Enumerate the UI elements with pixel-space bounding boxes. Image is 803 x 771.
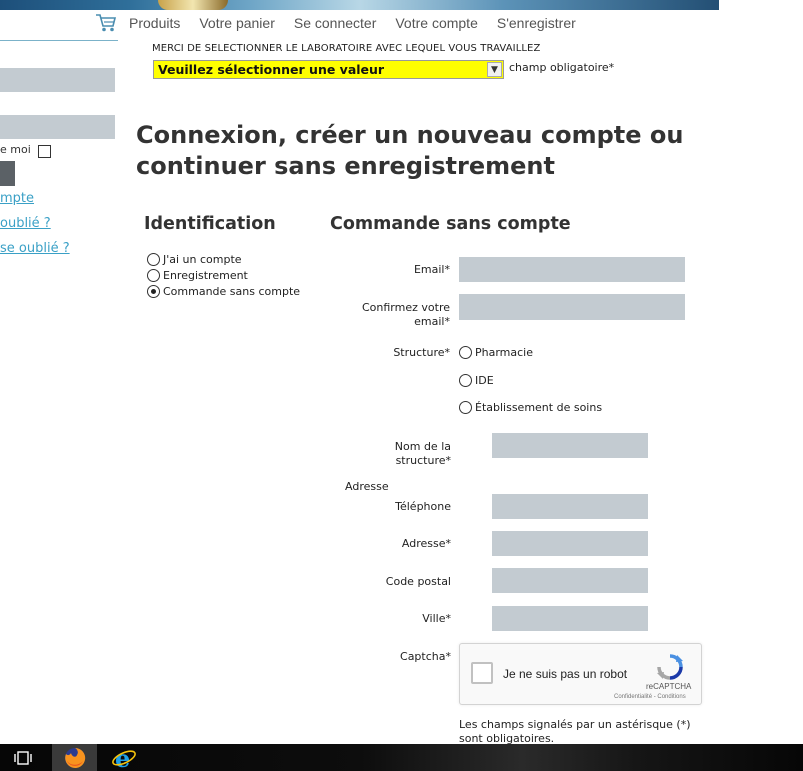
recaptcha-text: Je ne suis pas un robot bbox=[503, 667, 628, 681]
confirm-email-field[interactable] bbox=[459, 294, 685, 320]
shopping-cart-icon[interactable] bbox=[95, 13, 117, 33]
radio-option-register[interactable]: Enregistrement bbox=[147, 269, 248, 282]
address-field[interactable] bbox=[492, 531, 648, 556]
radio-button[interactable] bbox=[147, 253, 160, 266]
address-section-label: Adresse bbox=[345, 480, 389, 493]
lab-select[interactable]: Veuillez sélectionner une valeur ▼ bbox=[153, 60, 504, 79]
radio-option-existing-account[interactable]: J'ai un compte bbox=[147, 253, 242, 266]
nav-s-enregistrer[interactable]: S'enregistrer bbox=[497, 15, 576, 31]
postal-code-label: Code postal bbox=[385, 575, 451, 588]
identification-title: Identification bbox=[144, 214, 276, 234]
email-label: Email* bbox=[413, 263, 450, 276]
recaptcha-brand: reCAPTCHA bbox=[646, 682, 692, 691]
main-nav: Produits Votre panier Se connecter Votre… bbox=[95, 12, 595, 34]
email-field[interactable] bbox=[459, 257, 685, 282]
city-field[interactable] bbox=[492, 606, 648, 631]
sidebar-login-button[interactable] bbox=[0, 161, 15, 186]
captcha-label: Captcha* bbox=[400, 650, 451, 663]
guest-form-title: Commande sans compte bbox=[330, 214, 571, 234]
lab-select-value: Veuillez sélectionner une valeur bbox=[158, 62, 385, 77]
recaptcha-widget: Je ne suis pas un robot reCAPTCHA Confid… bbox=[459, 643, 702, 705]
sidebar-create-account-link[interactable]: mpte bbox=[0, 191, 34, 206]
sidebar-remember-checkbox[interactable] bbox=[38, 145, 51, 158]
os-taskbar: e bbox=[0, 744, 803, 771]
recaptcha-logo-icon bbox=[656, 653, 684, 681]
radio-button[interactable] bbox=[459, 374, 472, 387]
page-title: Connexion, créer un nouveau compte ou co… bbox=[136, 121, 684, 180]
lab-required-note: champ obligatoire* bbox=[509, 61, 615, 74]
sidebar-remember-label: e moi bbox=[0, 143, 31, 156]
task-view-icon[interactable] bbox=[0, 744, 45, 771]
postal-code-field[interactable] bbox=[492, 568, 648, 593]
radio-label: Enregistrement bbox=[163, 269, 248, 282]
confirm-email-label: Confirmez votre email* bbox=[362, 301, 450, 328]
nav-produits[interactable]: Produits bbox=[129, 15, 180, 31]
radio-button[interactable] bbox=[459, 346, 472, 359]
firefox-icon[interactable] bbox=[52, 744, 97, 771]
recaptcha-terms-link[interactable]: Confidentialité - Conditions bbox=[614, 694, 686, 700]
city-label: Ville* bbox=[422, 612, 451, 625]
nav-votre-panier[interactable]: Votre panier bbox=[199, 15, 275, 31]
sidebar-password-input[interactable] bbox=[0, 115, 115, 139]
svg-text:e: e bbox=[115, 745, 130, 771]
radio-label: Pharmacie bbox=[475, 346, 534, 359]
address-label: Adresse* bbox=[401, 537, 451, 550]
header-banner bbox=[0, 0, 719, 10]
phone-label: Téléphone bbox=[395, 500, 451, 513]
required-fields-note: Les champs signalés par un astérisque (*… bbox=[459, 718, 691, 745]
structure-name-field[interactable] bbox=[492, 433, 648, 458]
structure-option-ide[interactable]: IDE bbox=[459, 374, 494, 387]
radio-label: Établissement de soins bbox=[475, 401, 603, 414]
sidebar-login-input[interactable] bbox=[0, 68, 115, 92]
phone-field[interactable] bbox=[492, 494, 648, 519]
chevron-down-icon[interactable]: ▼ bbox=[487, 62, 502, 77]
radio-label: IDE bbox=[475, 374, 494, 387]
radio-label: J'ai un compte bbox=[163, 253, 242, 266]
nav-se-connecter[interactable]: Se connecter bbox=[294, 15, 377, 31]
banner-logo-graphic bbox=[158, 0, 228, 10]
sidebar-forgot-password-link[interactable]: se oublié ? bbox=[0, 241, 70, 256]
lab-select-label: MERCI DE SELECTIONNER LE LABORATOIRE AVE… bbox=[152, 43, 541, 54]
radio-button[interactable] bbox=[147, 269, 160, 282]
sidebar-divider bbox=[0, 40, 118, 41]
nav-votre-compte[interactable]: Votre compte bbox=[395, 15, 478, 31]
structure-option-pharmacie[interactable]: Pharmacie bbox=[459, 346, 533, 359]
structure-option-etablissement[interactable]: Établissement de soins bbox=[459, 401, 602, 414]
radio-button[interactable] bbox=[147, 285, 160, 298]
radio-label: Commande sans compte bbox=[163, 285, 301, 298]
radio-button[interactable] bbox=[459, 401, 472, 414]
sidebar-forgot-login-link[interactable]: oublié ? bbox=[0, 216, 51, 231]
recaptcha-checkbox[interactable] bbox=[471, 662, 493, 684]
structure-label: Structure* bbox=[393, 346, 450, 359]
internet-explorer-icon[interactable]: e bbox=[101, 744, 146, 771]
radio-option-guest-order[interactable]: Commande sans compte bbox=[147, 285, 300, 298]
structure-name-label: Nom de la structure* bbox=[394, 440, 451, 467]
